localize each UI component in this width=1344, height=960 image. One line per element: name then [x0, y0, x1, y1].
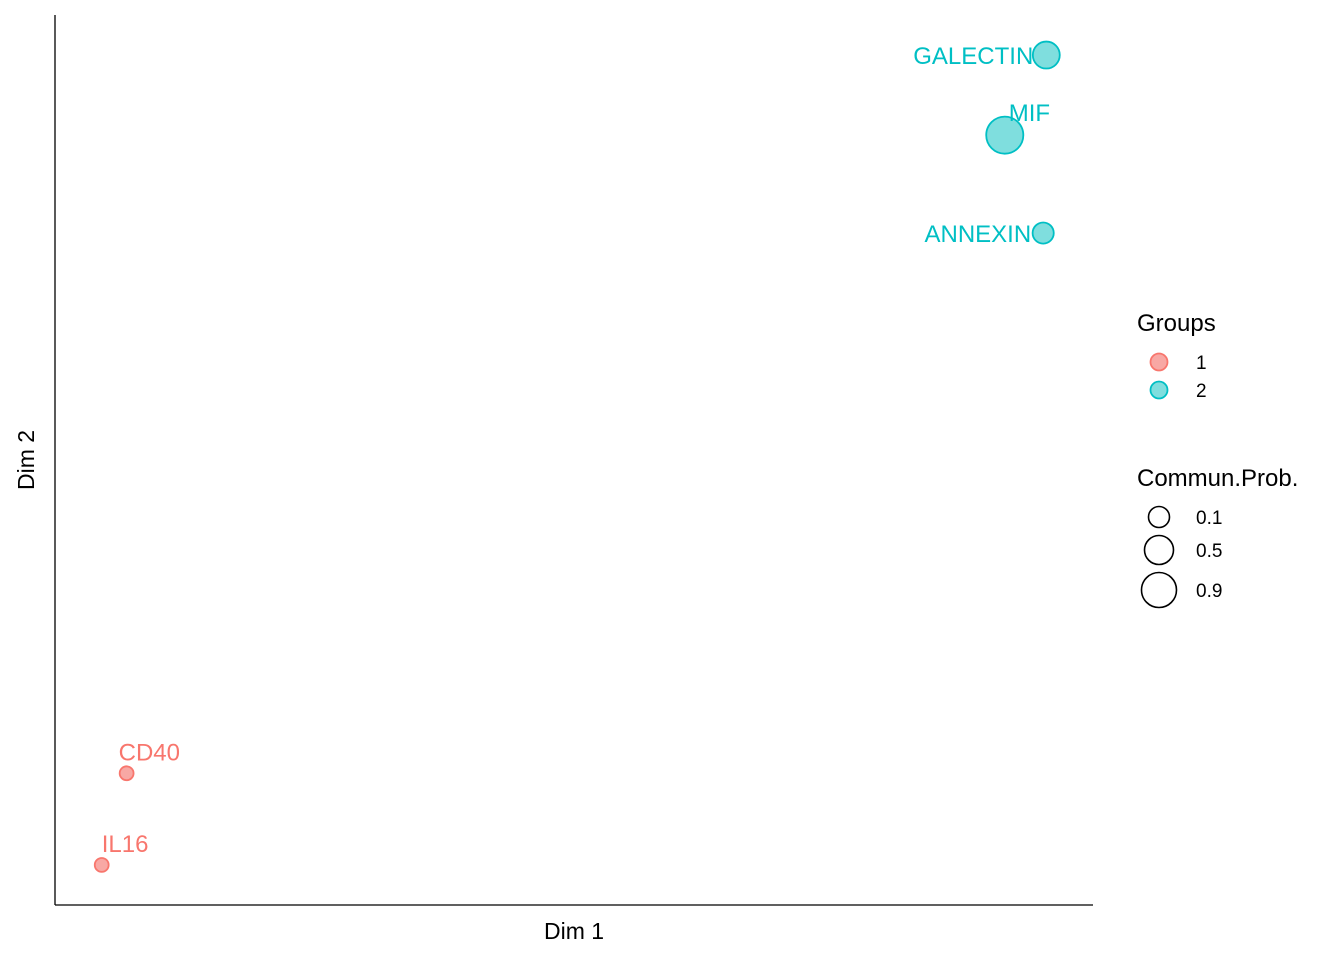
axes: Dim 1 Dim 2: [13, 15, 1093, 944]
point-label-mif: MIF: [1009, 100, 1050, 127]
point-galectin: [1031, 40, 1061, 70]
legend-size-key-0.5: [1143, 534, 1175, 566]
point-il16: [93, 857, 110, 873]
legend-size-key-0.1: [1147, 505, 1171, 529]
point-label-annexin: ANNEXIN: [924, 221, 1031, 248]
points-layer: GALECTIN MIF ANNEXIN CD40 IL16: [93, 40, 1061, 873]
point-label-cd40: CD40: [119, 739, 180, 766]
legend-groups-title: Groups: [1137, 310, 1216, 337]
legend-size-label-0.9: 0.9: [1196, 581, 1222, 602]
legend-group-label-2: 2: [1196, 381, 1207, 402]
point-label-galectin: GALECTIN: [913, 43, 1033, 70]
scatter-chart: Dim 1 Dim 2 GALECTIN MIF ANNEXIN CD40 IL16 G…: [13, 15, 1298, 944]
point-label-il16: IL16: [102, 831, 149, 858]
y-axis-title: Dim 2: [13, 430, 39, 490]
x-axis-title: Dim 1: [544, 918, 604, 944]
legend-groups: 12: [1149, 352, 1207, 402]
point-annexin: [1031, 221, 1055, 245]
legend-group-key-1: [1149, 352, 1169, 372]
legend-size-label-0.5: 0.5: [1196, 541, 1222, 562]
legend-size-key-0.9: [1140, 571, 1178, 609]
legend-group-key-2: [1149, 380, 1169, 400]
point-cd40: [118, 765, 135, 782]
legend: Groups 12 Commun.Prob. 0.10.50.9: [1137, 310, 1298, 609]
legend-sizes: 0.1 0.5 0.9: [1140, 505, 1222, 609]
legend-size-label-0.1: 0.1: [1196, 508, 1222, 529]
legend-group-label-1: 1: [1196, 353, 1207, 374]
legend-size-title: Commun.Prob.: [1137, 465, 1298, 492]
